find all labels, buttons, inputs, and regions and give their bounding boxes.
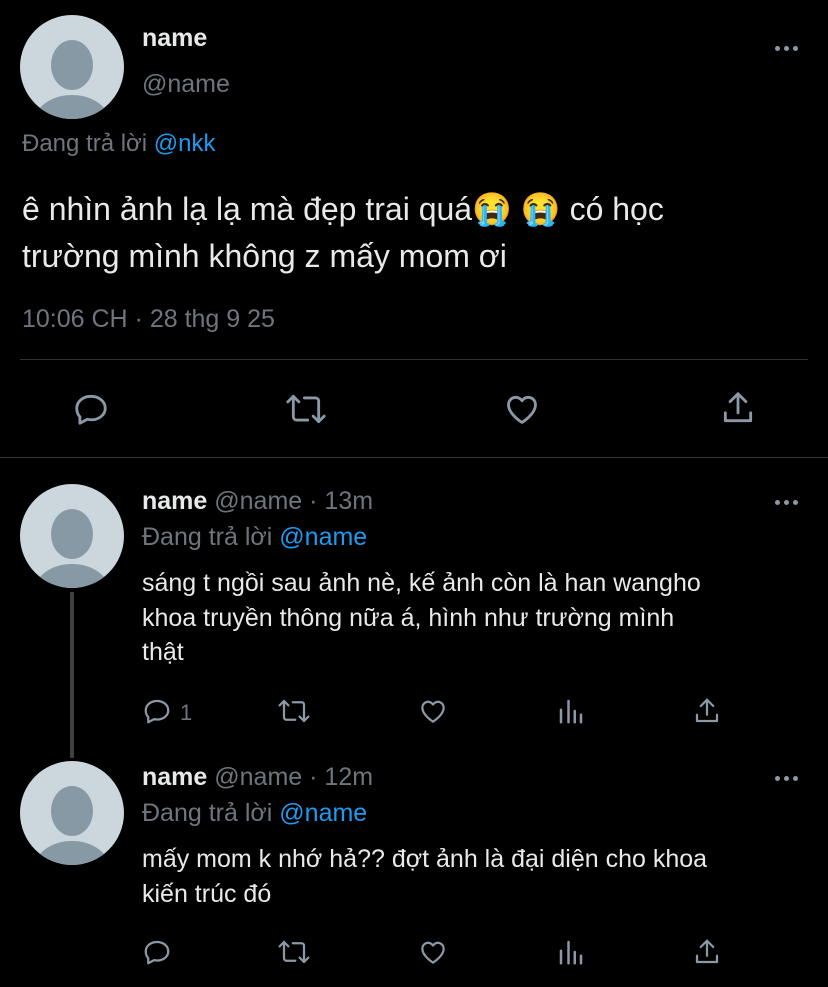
reply-icon[interactable] [72,390,110,428]
thread-line [70,592,74,758]
share-icon[interactable] [692,936,722,968]
more-icon[interactable] [775,776,798,781]
author-name[interactable]: name [142,763,207,791]
reply-text-line: khoa truyền thông nữa á, hình như trường… [142,603,675,632]
reply-text-line: mấy mom k nhớ hả?? đợt ảnh là đại diện c… [142,845,708,873]
reply-text-line: sáng t ngồi sau ảnh nè, kế ảnh còn là ha… [142,569,701,597]
reply-header: name @name · 13m [142,487,373,516]
share-icon[interactable] [692,695,722,727]
replying-to-handle[interactable]: @name [279,799,367,827]
tweet-text: ê nhìn ảnh lạ lạ mà đẹp trai quá😭 😭 có h… [22,186,664,280]
like-icon[interactable] [502,390,542,428]
reply-text: mấy mom k nhớ hả?? đợt ảnh là đại diện c… [142,842,707,911]
author-handle[interactable]: @name [214,763,302,791]
more-icon[interactable] [775,500,798,505]
author-handle[interactable]: @name [142,70,230,99]
replying-to: Đang trả lời @nkk [22,130,216,158]
tweet-text-line: ê nhìn ảnh lạ lạ mà đẹp trai quá😭 😭 có h… [22,191,664,227]
reply-time[interactable]: · 13m [309,487,373,515]
like-icon[interactable] [417,696,449,726]
reply-count: 1 [180,700,193,725]
avatar[interactable] [20,484,124,588]
replying-to: Đang trả lời @name [142,799,367,828]
reply-icon[interactable] [142,696,172,726]
author-name[interactable]: name [142,24,207,53]
reply-icon[interactable] [142,937,172,967]
author-name[interactable]: name [142,487,207,515]
avatar[interactable] [20,15,124,119]
reply-text-line: thật [142,638,184,666]
retweet-icon[interactable] [277,937,311,967]
views-icon[interactable] [556,696,586,726]
divider [20,359,808,360]
share-icon[interactable] [719,388,757,428]
section-divider [0,457,828,458]
replying-prefix: Đang trả lời [142,523,273,551]
replying-to-handle[interactable]: @name [279,523,367,551]
reply-header: name @name · 12m [142,763,373,792]
tweet-text-line: trường mình không z mấy mom ơi [22,238,507,274]
tweet-timestamp[interactable]: 10:06 CH · 28 thg 9 25 [22,305,275,334]
reply-time[interactable]: · 12m [309,763,373,791]
replying-to: Đang trả lời @name [142,523,367,552]
replying-to-handle[interactable]: @nkk [154,130,216,157]
more-icon[interactable] [775,46,798,51]
retweet-icon[interactable] [285,390,327,428]
avatar[interactable] [20,761,124,865]
reply-text-line: kiến trúc đó [142,879,272,908]
views-icon[interactable] [556,937,586,967]
like-icon[interactable] [417,937,449,967]
retweet-icon[interactable] [277,696,311,726]
replying-prefix: Đang trả lời [22,130,148,157]
author-handle[interactable]: @name [214,487,302,515]
replying-prefix: Đang trả lời [142,799,273,827]
reply-text: sáng t ngồi sau ảnh nè, kế ảnh còn là ha… [142,566,701,670]
